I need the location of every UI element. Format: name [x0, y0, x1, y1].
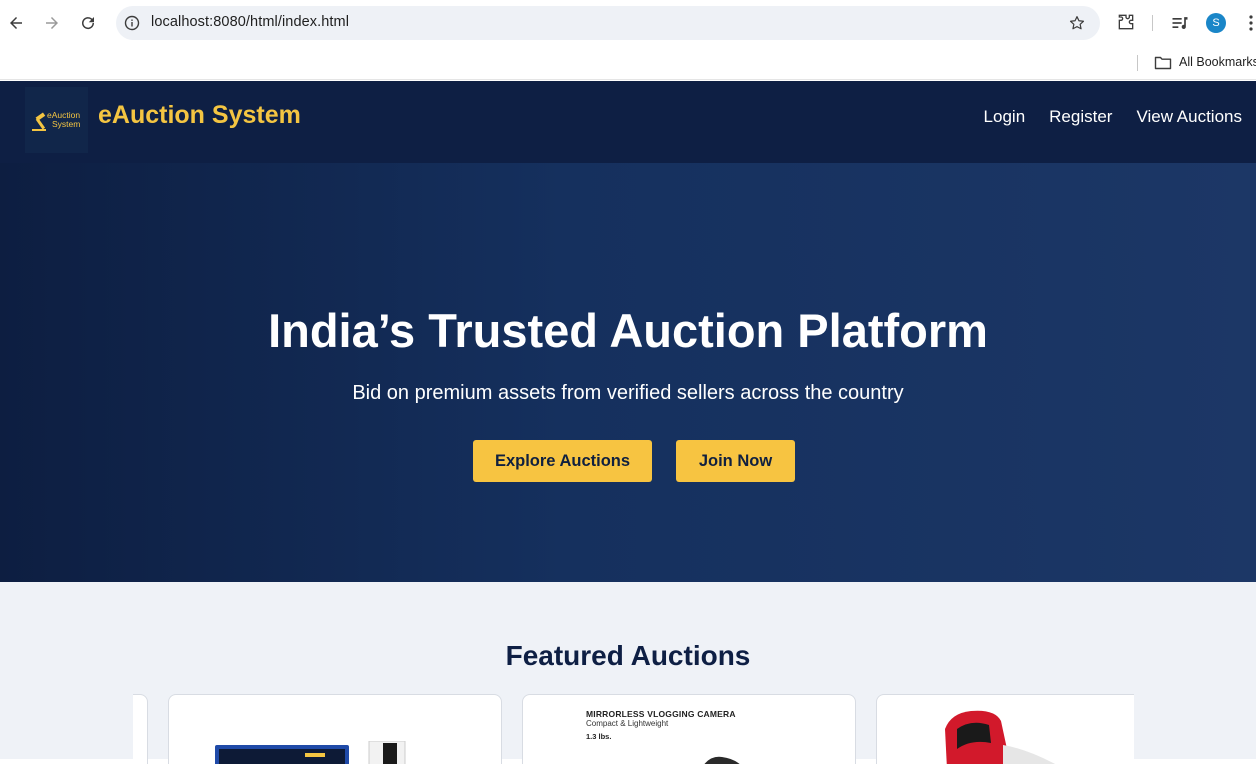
auction-card[interactable]	[876, 694, 1134, 764]
site-header: eAuction System eAuction System Login Re…	[0, 81, 1256, 163]
site-logo[interactable]: eAuction System	[25, 87, 88, 153]
url-text[interactable]: localhost:8080/html/index.html	[151, 14, 349, 30]
back-icon[interactable]	[5, 12, 27, 34]
reload-icon[interactable]	[77, 12, 99, 34]
hero-title: India’s Trusted Auction Platform	[268, 304, 988, 357]
camera-card-subline: Compact & Lightweight	[586, 719, 669, 728]
nav-register[interactable]: Register	[1049, 107, 1112, 127]
sneaker-product-image	[945, 710, 1056, 764]
camera-product-image	[704, 756, 740, 764]
gavel-logo-icon: eAuction System	[31, 110, 80, 131]
nav-login[interactable]: Login	[984, 107, 1026, 127]
bookmarks-bar: All Bookmarks	[0, 46, 1256, 80]
join-now-button[interactable]: Join Now	[676, 440, 795, 482]
address-bar[interactable]: localhost:8080/html/index.html	[116, 6, 1100, 40]
featured-title: Featured Auctions	[505, 640, 751, 671]
folder-icon[interactable]	[1154, 55, 1172, 71]
console-product-image	[215, 741, 406, 764]
forward-icon[interactable]	[41, 12, 63, 34]
bookmark-star-icon[interactable]	[1068, 14, 1086, 32]
extensions-icon[interactable]	[1116, 12, 1136, 32]
logo-text-line2: System	[52, 119, 80, 129]
auction-card[interactable]	[168, 694, 502, 764]
auction-carousel: MIRRORLESS VLOGGING CAMERA Compact & Lig…	[133, 694, 1134, 764]
site-info-icon[interactable]	[124, 15, 140, 31]
featured-auctions-section: Featured Auctions MIRRORLESS VLOGGING CA…	[0, 582, 1256, 764]
nav-view-auctions[interactable]: View Auctions	[1136, 107, 1242, 127]
media-controls-icon[interactable]	[1170, 13, 1190, 33]
camera-card-weight: 1.3 lbs.	[586, 732, 612, 741]
auction-card[interactable]: MIRRORLESS VLOGGING CAMERA Compact & Lig…	[522, 694, 856, 764]
auction-card[interactable]	[133, 694, 148, 764]
brand-name[interactable]: eAuction System	[98, 101, 301, 130]
browser-toolbar: localhost:8080/html/index.html S	[0, 0, 1256, 46]
all-bookmarks-link[interactable]: All Bookmarks	[1179, 55, 1256, 69]
hero-section: India’s Trusted Auction Platform Bid on …	[0, 163, 1256, 582]
camera-card-headline: MIRRORLESS VLOGGING CAMERA	[586, 709, 736, 719]
explore-auctions-button[interactable]: Explore Auctions	[473, 440, 652, 482]
main-nav: Login Register View Auctions	[984, 107, 1242, 127]
profile-avatar[interactable]: S	[1206, 13, 1226, 33]
bookmarks-separator	[1137, 55, 1138, 71]
toolbar-separator	[1152, 15, 1153, 31]
hero-subtitle: Bid on premium assets from verified sell…	[352, 382, 904, 404]
browser-menu-icon[interactable]	[1242, 13, 1256, 33]
